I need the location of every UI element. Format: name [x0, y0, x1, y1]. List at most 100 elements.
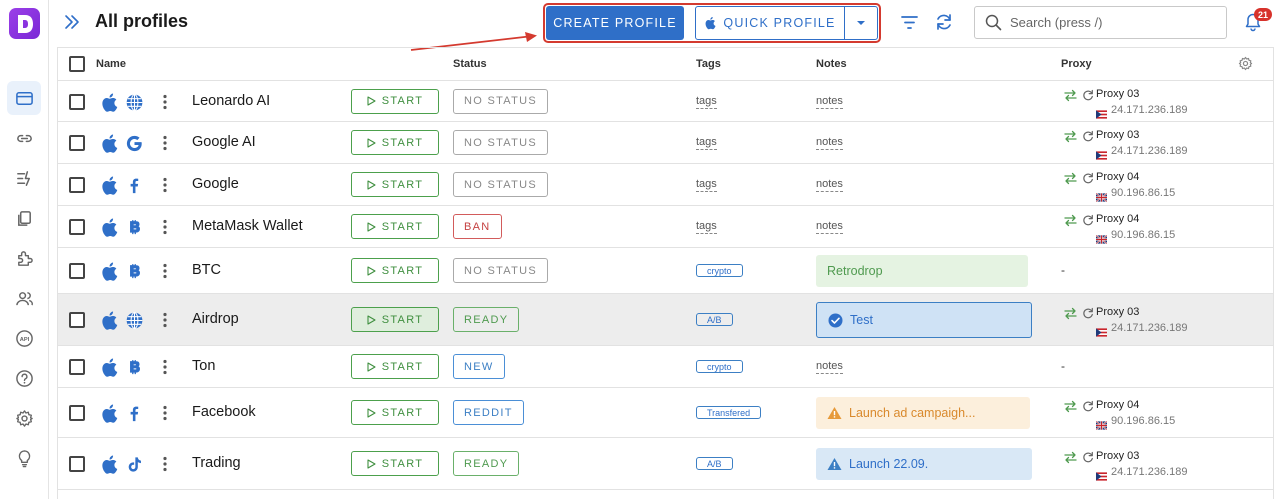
note-card[interactable]: Launch 22.09.	[816, 448, 1032, 480]
proxy-name[interactable]: Proxy 04	[1096, 213, 1139, 225]
row-checkbox[interactable]	[69, 135, 85, 151]
tags-link[interactable]: tags	[696, 220, 717, 234]
row-menu-kebab-icon[interactable]	[163, 177, 167, 193]
status-badge[interactable]: BAN	[453, 214, 502, 239]
sidebar-item-templates[interactable]	[7, 201, 41, 235]
proxy-refresh-icon[interactable]	[1082, 89, 1094, 101]
table-row[interactable]: Trading START READY A/B Launch 22.09. Proxy 0…	[58, 438, 1273, 490]
tags-link[interactable]: tags	[696, 178, 717, 192]
profile-name[interactable]: Ton	[192, 358, 215, 374]
table-row[interactable]: Facebook START REDDIT Transfered Launch ad c…	[58, 388, 1273, 438]
row-menu-kebab-icon[interactable]	[163, 405, 167, 421]
start-button[interactable]: START	[351, 130, 439, 155]
column-proxy[interactable]: Proxy	[1061, 58, 1092, 70]
search-box[interactable]	[974, 6, 1227, 39]
tag-chip[interactable]: A/B	[696, 457, 733, 470]
proxy-name[interactable]: Proxy 03	[1096, 450, 1139, 462]
proxy-refresh-icon[interactable]	[1082, 400, 1094, 412]
note-card[interactable]: Retrodrop	[816, 255, 1028, 287]
sidebar-item-extensions[interactable]	[7, 241, 41, 275]
proxy-swap-icon[interactable]	[1064, 307, 1077, 320]
status-badge[interactable]: READY	[453, 307, 520, 332]
filter-icon[interactable]	[900, 13, 919, 32]
profile-name[interactable]: Google	[192, 176, 239, 192]
note-card[interactable]: Launch ad campaigh...	[816, 397, 1030, 429]
column-name[interactable]: Name	[96, 58, 126, 70]
table-row[interactable]: MetaMask Wallet START BAN tags notes Proxy 04…	[58, 206, 1273, 248]
sidebar-item-api[interactable]: API	[7, 321, 41, 355]
create-profile-button[interactable]: CREATE PROFILE	[546, 6, 684, 40]
start-button[interactable]: START	[351, 88, 439, 114]
row-menu-kebab-icon[interactable]	[163, 359, 167, 375]
row-checkbox[interactable]	[69, 177, 85, 193]
tag-chip[interactable]: Transfered	[696, 406, 762, 419]
status-badge[interactable]: NO STATUS	[453, 258, 549, 283]
row-checkbox[interactable]	[69, 359, 85, 375]
proxy-name[interactable]: Proxy 03	[1096, 88, 1139, 100]
table-row[interactable]: Google START NO STATUS tags notes Proxy 04 90.…	[58, 164, 1273, 206]
profile-name[interactable]: Facebook	[192, 404, 256, 420]
search-input[interactable]	[1010, 15, 1210, 30]
proxy-swap-icon[interactable]	[1064, 130, 1077, 143]
quick-profile-button[interactable]: QUICK PROFILE	[695, 6, 845, 40]
sidebar-item-help[interactable]	[7, 361, 41, 395]
status-badge[interactable]: NO STATUS	[453, 88, 549, 114]
row-menu-kebab-icon[interactable]	[163, 94, 167, 110]
table-row[interactable]: Ton START NEW crypto notes -	[58, 346, 1273, 388]
sidebar-item-ideas[interactable]	[7, 441, 41, 475]
proxy-swap-icon[interactable]	[1064, 214, 1077, 227]
row-checkbox[interactable]	[69, 456, 85, 472]
proxy-name[interactable]: Proxy 03	[1096, 306, 1139, 318]
quick-profile-dropdown[interactable]	[844, 6, 878, 40]
row-checkbox[interactable]	[69, 263, 85, 279]
table-row[interactable]: Leonardo AI START NO STATUS tags notes Proxy …	[58, 81, 1273, 122]
start-button[interactable]: START	[351, 214, 439, 239]
proxy-name[interactable]: Proxy 04	[1096, 399, 1139, 411]
tags-link[interactable]: tags	[696, 95, 717, 109]
proxy-refresh-icon[interactable]	[1082, 130, 1094, 142]
proxy-refresh-icon[interactable]	[1082, 172, 1094, 184]
expand-sidebar-icon[interactable]	[63, 13, 81, 31]
column-notes[interactable]: Notes	[816, 58, 847, 70]
row-menu-kebab-icon[interactable]	[163, 456, 167, 472]
select-all-checkbox[interactable]	[69, 56, 85, 72]
table-row[interactable]: Airdrop START READY A/B Test Proxy 03 24.171.2…	[58, 294, 1273, 346]
column-tags[interactable]: Tags	[696, 58, 721, 70]
app-logo[interactable]	[9, 8, 40, 39]
profile-name[interactable]: Google AI	[192, 134, 256, 150]
row-checkbox[interactable]	[69, 93, 85, 110]
row-menu-kebab-icon[interactable]	[163, 219, 167, 235]
status-badge[interactable]: NO STATUS	[453, 130, 549, 155]
sidebar-item-settings[interactable]	[7, 401, 41, 435]
refresh-icon[interactable]	[934, 12, 954, 32]
tag-chip[interactable]: A/B	[696, 313, 733, 326]
profile-name[interactable]: BTC	[192, 262, 221, 278]
start-button[interactable]: START	[351, 400, 439, 425]
sidebar-item-team[interactable]	[7, 281, 41, 315]
proxy-swap-icon[interactable]	[1064, 451, 1077, 464]
notes-link[interactable]: notes	[816, 136, 843, 150]
row-checkbox[interactable]	[69, 219, 85, 235]
proxy-refresh-icon[interactable]	[1082, 214, 1094, 226]
sidebar-item-proxies[interactable]	[7, 121, 41, 155]
sidebar-item-profiles[interactable]	[7, 81, 41, 115]
row-menu-kebab-icon[interactable]	[163, 263, 167, 279]
start-button[interactable]: START	[351, 258, 439, 283]
note-card[interactable]: Test	[816, 302, 1032, 338]
proxy-refresh-icon[interactable]	[1082, 451, 1094, 463]
status-badge[interactable]: READY	[453, 451, 520, 476]
column-settings-gear-icon[interactable]	[1238, 56, 1253, 71]
start-button[interactable]: START	[351, 354, 439, 379]
row-checkbox[interactable]	[69, 405, 85, 421]
status-badge[interactable]: NO STATUS	[453, 172, 549, 197]
proxy-swap-icon[interactable]	[1064, 400, 1077, 413]
notes-link[interactable]: notes	[816, 178, 843, 192]
start-button[interactable]: START	[351, 451, 439, 476]
start-button[interactable]: START	[351, 307, 439, 332]
proxy-refresh-icon[interactable]	[1082, 307, 1094, 319]
sidebar-item-automation[interactable]	[7, 161, 41, 195]
table-row[interactable]: BTC START NO STATUS crypto Retrodrop -	[58, 248, 1273, 294]
profile-name[interactable]: Leonardo AI	[192, 93, 270, 109]
start-button[interactable]: START	[351, 172, 439, 197]
proxy-name[interactable]: Proxy 04	[1096, 171, 1139, 183]
